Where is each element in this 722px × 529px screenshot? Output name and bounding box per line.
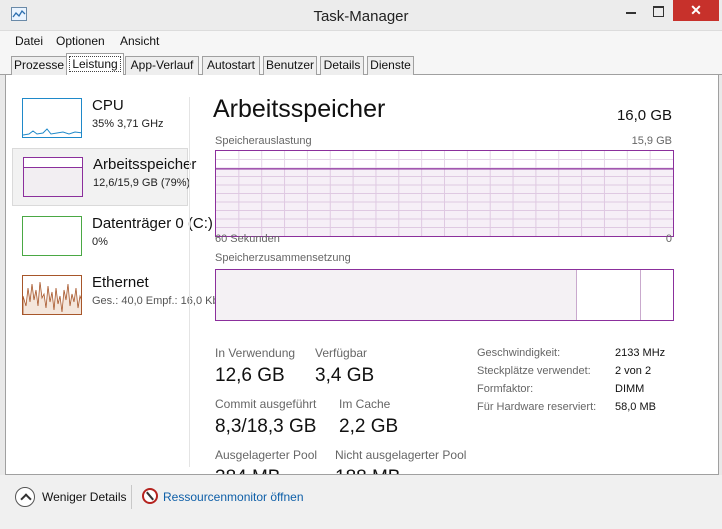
sidebar-item-sub: 35% 3,71 GHz	[92, 118, 164, 130]
tab-leistung-label: Leistung	[69, 56, 121, 72]
sidebar-item-disk[interactable]: Datenträger 0 (C:) 0%	[12, 208, 213, 266]
cache-label: Im Cache	[339, 397, 391, 411]
tab-dienste[interactable]: Dienste	[367, 56, 414, 75]
title-bar: Task-Manager ✕	[0, 0, 722, 31]
nonpaged-pool-value: 188 MB	[335, 467, 400, 474]
cache-value: 2,2 GB	[339, 416, 399, 437]
sidebar-item-title: CPU	[92, 97, 124, 114]
speed-value: 2133 MHz	[615, 347, 666, 359]
footer-divider	[131, 485, 132, 509]
memory-thumbnail-fill	[24, 167, 82, 196]
usage-graph-max: 15,9 GB	[631, 135, 672, 147]
slots-label: Steckplätze verwendet:	[477, 365, 591, 377]
sidebar-item-ethernet[interactable]: Ethernet Ges.: 40,0 Empf.: 16,0 Kbit/s	[12, 267, 233, 325]
form-factor-label: Formfaktor:	[477, 383, 534, 395]
paged-pool-label: Ausgelagerter Pool	[215, 448, 318, 462]
resource-monitor-icon	[142, 488, 158, 504]
composition-in-use	[216, 270, 577, 320]
disk-thumbnail-graph	[22, 216, 82, 256]
form-factor-value: DIMM	[615, 383, 645, 395]
slots-value: 2 von 2	[615, 365, 652, 377]
sidebar-item-sub: Ges.: 40,0 Empf.: 16,0 Kbit/s	[92, 295, 233, 307]
page-title: Arbeitsspeicher	[213, 95, 386, 123]
tab-leistung[interactable]: Leistung	[66, 53, 124, 76]
available-label: Verfügbar	[315, 346, 368, 360]
sidebar-item-sub: 0%	[92, 236, 108, 248]
sidebar-item-memory[interactable]: Arbeitsspeicher 12,6/15,9 GB (79%)	[12, 148, 196, 206]
sidebar-item-title: Datenträger 0 (C:)	[92, 215, 213, 232]
fewer-details-link[interactable]: Weniger Details	[42, 490, 126, 504]
menu-optionen[interactable]: Optionen	[56, 34, 105, 48]
in-use-label: In Verwendung	[215, 346, 296, 360]
memory-composition-bar	[215, 269, 674, 321]
memory-usage-chart	[216, 151, 673, 236]
tab-strip: Prozesse Leistung App-Verlauf Autostart …	[0, 52, 722, 76]
tab-benutzer[interactable]: Benutzer	[263, 56, 317, 75]
memory-usage-graph	[215, 150, 674, 237]
maximize-button[interactable]	[645, 0, 671, 21]
tab-app-verlauf[interactable]: App-Verlauf	[125, 56, 199, 75]
open-resource-monitor-link[interactable]: Ressourcenmonitor öffnen	[163, 490, 304, 504]
composition-modified	[577, 270, 641, 320]
sidebar-divider	[189, 97, 190, 467]
usage-graph-label: Speicherauslastung	[215, 135, 312, 147]
memory-thumbnail-graph	[23, 157, 83, 197]
window-title: Task-Manager	[313, 8, 409, 25]
footer: Weniger Details Ressourcenmonitor öffnen	[0, 475, 722, 529]
in-use-value: 12,6 GB	[215, 365, 285, 386]
ethernet-thumbnail-graph	[22, 275, 82, 315]
tab-details[interactable]: Details	[320, 56, 364, 75]
menu-ansicht[interactable]: Ansicht	[120, 34, 159, 48]
cpu-thumbnail-graph	[22, 98, 82, 138]
hardware-reserved-label: Für Hardware reserviert:	[477, 401, 597, 413]
minimize-button[interactable]	[618, 0, 644, 21]
menu-bar: Datei Optionen Ansicht	[0, 31, 722, 52]
usage-area	[216, 168, 673, 236]
commit-value: 8,3/18,3 GB	[215, 416, 317, 437]
speed-label: Geschwindigkeit:	[477, 347, 561, 359]
total-memory: 16,0 GB	[616, 107, 672, 124]
sidebar-item-sub: 12,6/15,9 GB (79%)	[93, 177, 191, 189]
performance-panel: CPU 35% 3,71 GHz Arbeitsspeicher 12,6/15…	[5, 75, 719, 475]
close-button[interactable]: ✕	[673, 0, 719, 21]
tab-autostart[interactable]: Autostart	[202, 56, 260, 75]
time-axis-left: 60 Sekunden	[215, 233, 280, 245]
commit-label: Commit ausgeführt	[215, 397, 317, 411]
paged-pool-value: 384 MB	[215, 467, 280, 474]
sidebar-item-title: Arbeitsspeicher	[93, 156, 197, 173]
composition-label: Speicherzusammensetzung	[215, 252, 351, 264]
sidebar-item-cpu[interactable]: CPU 35% 3,71 GHz	[12, 90, 188, 148]
chevron-up-icon[interactable]	[15, 487, 35, 507]
hardware-reserved-value: 58,0 MB	[615, 401, 656, 413]
nonpaged-pool-label: Nicht ausgelagerter Pool	[335, 448, 467, 462]
sidebar-item-title: Ethernet	[92, 274, 149, 291]
menu-datei[interactable]: Datei	[15, 34, 43, 48]
available-value: 3,4 GB	[315, 365, 375, 386]
time-axis-right: 0	[665, 233, 672, 245]
tab-prozesse[interactable]: Prozesse	[11, 56, 67, 75]
